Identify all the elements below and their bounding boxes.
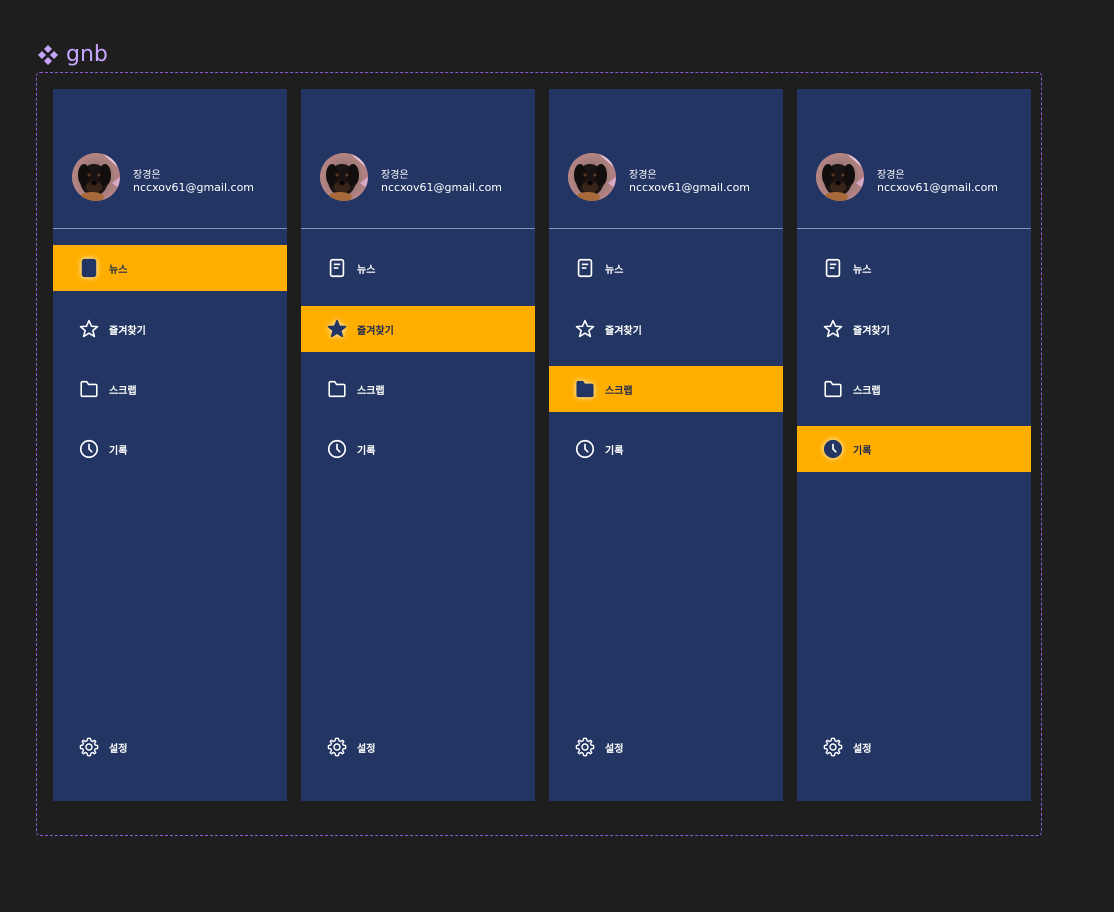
avatar[interactable] xyxy=(72,153,120,201)
news-icon xyxy=(574,257,596,279)
nav-item-settings[interactable]: 설정 xyxy=(549,724,783,770)
nav-item-news[interactable]: 뉴스 xyxy=(53,245,287,291)
star-icon xyxy=(78,318,100,340)
star-icon xyxy=(574,318,596,340)
nav-item-scrap[interactable]: 스크랩 xyxy=(301,366,535,412)
profile-name: 장경은 xyxy=(877,170,905,181)
folder-icon xyxy=(326,378,348,400)
nav-item-favorites[interactable]: 즐겨찾기 xyxy=(301,306,535,352)
nav-label: 설정 xyxy=(853,743,872,755)
clock-icon xyxy=(78,438,100,460)
component-icon xyxy=(38,44,58,65)
component-set-label: gnb xyxy=(36,42,108,67)
star-icon xyxy=(326,318,348,340)
nav-label: 스크랩 xyxy=(109,385,137,397)
clock-icon xyxy=(574,438,596,460)
nav-label: 뉴스 xyxy=(853,264,872,276)
profile-email: nccxov61@gmail.com xyxy=(133,181,255,194)
news-icon xyxy=(822,257,844,279)
news-icon xyxy=(78,257,100,279)
nav-label: 기록 xyxy=(605,445,624,457)
nav-label: 뉴스 xyxy=(109,264,128,276)
gear-icon xyxy=(822,736,844,758)
gnb-panel-history: 장경은 nccxov61@gmail.com 뉴스 즐겨찾기 스크랩 기록 설정 xyxy=(797,89,1031,801)
nav-label: 뉴스 xyxy=(357,264,376,276)
nav-item-settings[interactable]: 설정 xyxy=(53,724,287,770)
nav-item-scrap[interactable]: 스크랩 xyxy=(53,366,287,412)
divider xyxy=(53,228,287,229)
profile: 장경은 nccxov61@gmail.com xyxy=(797,89,1031,228)
divider xyxy=(549,228,783,229)
profile: 장경은 nccxov61@gmail.com xyxy=(53,89,287,228)
avatar[interactable] xyxy=(568,153,616,201)
profile-email: nccxov61@gmail.com xyxy=(877,181,999,194)
nav-label: 즐겨찾기 xyxy=(109,325,146,337)
nav-label: 스크랩 xyxy=(853,385,881,397)
nav-item-news[interactable]: 뉴스 xyxy=(797,245,1031,291)
nav-item-favorites[interactable]: 즐겨찾기 xyxy=(549,306,783,352)
nav-item-favorites[interactable]: 즐겨찾기 xyxy=(797,306,1031,352)
nav-label: 설정 xyxy=(109,743,128,755)
gnb-panel-news: 장경은 nccxov61@gmail.com 뉴스 즐겨찾기 스크랩 기록 설정 xyxy=(53,89,287,801)
nav-item-settings[interactable]: 설정 xyxy=(301,724,535,770)
profile-name: 장경은 xyxy=(133,170,161,181)
nav-label: 즐겨찾기 xyxy=(605,325,642,337)
folder-icon xyxy=(574,378,596,400)
nav-label: 기록 xyxy=(109,445,128,457)
nav-label: 즐겨찾기 xyxy=(357,325,394,337)
profile-name: 장경은 xyxy=(629,170,657,181)
gnb-panel-favorites: 장경은 nccxov61@gmail.com 뉴스 즐겨찾기 스크랩 기록 설정 xyxy=(301,89,535,801)
gear-icon xyxy=(326,736,348,758)
nav-label: 스크랩 xyxy=(605,385,633,397)
nav-item-news[interactable]: 뉴스 xyxy=(549,245,783,291)
nav-label: 스크랩 xyxy=(357,385,385,397)
nav-label: 즐겨찾기 xyxy=(853,325,890,337)
divider xyxy=(797,228,1031,229)
profile-email: nccxov61@gmail.com xyxy=(381,181,503,194)
clock-icon xyxy=(822,438,844,460)
folder-icon xyxy=(78,378,100,400)
divider xyxy=(301,228,535,229)
nav-item-scrap[interactable]: 스크랩 xyxy=(549,366,783,412)
gear-icon xyxy=(78,736,100,758)
gnb-panel-scrap: 장경은 nccxov61@gmail.com 뉴스 즐겨찾기 스크랩 기록 설정 xyxy=(549,89,783,801)
avatar[interactable] xyxy=(816,153,864,201)
news-icon xyxy=(326,257,348,279)
nav-item-history[interactable]: 기록 xyxy=(549,426,783,472)
nav-item-history[interactable]: 기록 xyxy=(797,426,1031,472)
nav-item-history[interactable]: 기록 xyxy=(301,426,535,472)
nav-item-favorites[interactable]: 즐겨찾기 xyxy=(53,306,287,352)
star-icon xyxy=(822,318,844,340)
avatar[interactable] xyxy=(320,153,368,201)
nav-item-news[interactable]: 뉴스 xyxy=(301,245,535,291)
nav-label: 기록 xyxy=(853,445,872,457)
profile: 장경은 nccxov61@gmail.com xyxy=(549,89,783,228)
nav-item-settings[interactable]: 설정 xyxy=(797,724,1031,770)
nav-item-history[interactable]: 기록 xyxy=(53,426,287,472)
profile-email: nccxov61@gmail.com xyxy=(629,181,751,194)
clock-icon xyxy=(326,438,348,460)
profile: 장경은 nccxov61@gmail.com xyxy=(301,89,535,228)
gear-icon xyxy=(574,736,596,758)
folder-icon xyxy=(822,378,844,400)
nav-label: 설정 xyxy=(357,743,376,755)
nav-label: 기록 xyxy=(357,445,376,457)
nav-label: 설정 xyxy=(605,743,624,755)
profile-name: 장경은 xyxy=(381,170,409,181)
component-set-name: gnb xyxy=(66,42,108,67)
nav-item-scrap[interactable]: 스크랩 xyxy=(797,366,1031,412)
nav-label: 뉴스 xyxy=(605,264,624,276)
